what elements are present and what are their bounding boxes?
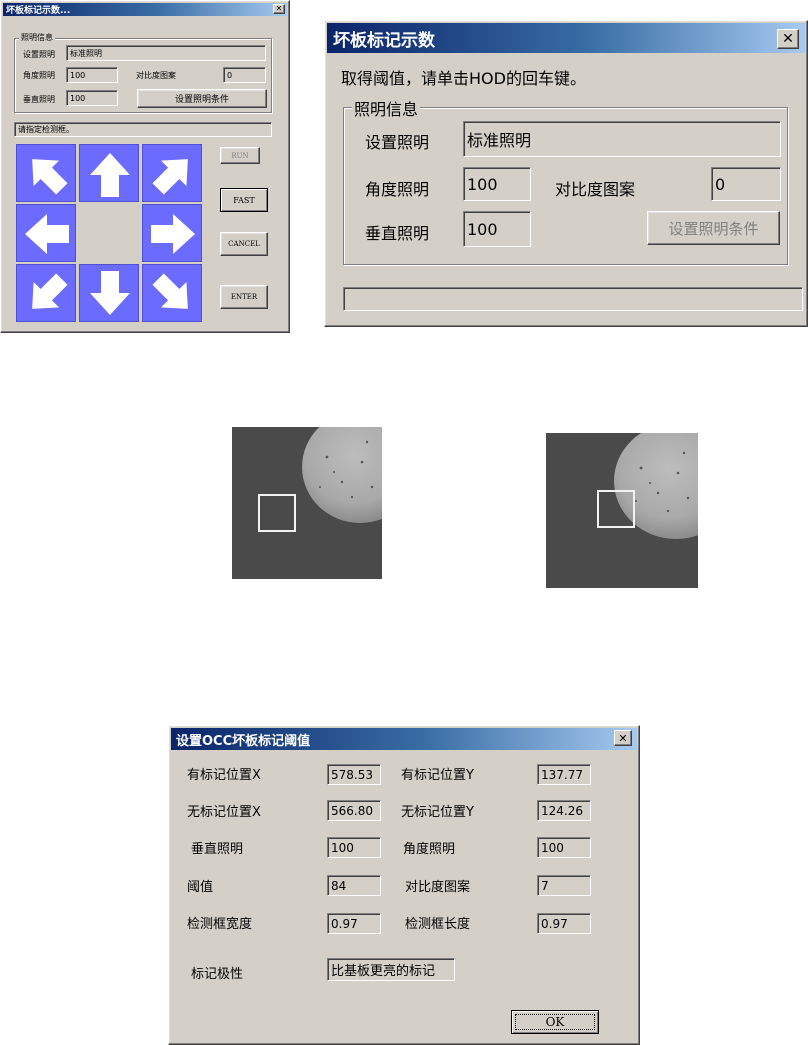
contrast-field: 0 bbox=[223, 67, 266, 83]
box-length-label: 检测框长度 bbox=[405, 917, 471, 932]
large-dialog-titlebar: 坏板标记示数 bbox=[327, 23, 805, 53]
arrow-up-left-button[interactable] bbox=[16, 144, 76, 202]
arrow-down-button[interactable] bbox=[79, 264, 139, 322]
mark-y-label: 有标记位置Y bbox=[401, 768, 474, 783]
set-condition-button[interactable]: 设置照明条件 bbox=[137, 89, 267, 108]
box-length-field: 0.97 bbox=[537, 913, 591, 934]
mark-x-field: 578.53 bbox=[327, 764, 381, 785]
set-light-label: 设置照明 bbox=[365, 133, 430, 152]
small-dialog-title: 坏板标记示数... bbox=[6, 6, 71, 16]
contrast-field: 0 bbox=[711, 167, 781, 201]
vertical-light-label: 垂直照明 bbox=[191, 842, 244, 857]
arrow-up-button[interactable] bbox=[79, 144, 139, 202]
vertical-light-field: 100 bbox=[66, 90, 118, 106]
nomark-x-field: 566.80 bbox=[327, 800, 381, 821]
arrow-down-right-icon bbox=[152, 273, 188, 309]
arrow-up-right-icon bbox=[152, 159, 188, 195]
fast-button[interactable]: FAST bbox=[220, 188, 268, 212]
arrow-up-right-button[interactable] bbox=[142, 144, 202, 202]
angle-light-field: 100 bbox=[66, 67, 118, 83]
contrast-label: 对比度图案 bbox=[555, 180, 636, 199]
detection-box bbox=[597, 490, 635, 528]
status-bar: 请指定检测框。 bbox=[14, 122, 272, 137]
arrow-pad-center bbox=[79, 204, 139, 262]
set-light-field: 标准照明 bbox=[66, 45, 266, 61]
contrast-label: 对比度图案 bbox=[136, 71, 176, 80]
close-icon[interactable]: ✕ bbox=[273, 4, 285, 14]
mark-x-label: 有标记位置X bbox=[187, 768, 261, 783]
vertical-light-label: 垂直照明 bbox=[365, 224, 430, 243]
polarity-label: 标记极性 bbox=[191, 967, 244, 982]
vertical-light-field: 100 bbox=[327, 837, 381, 858]
nomark-y-label: 无标记位置Y bbox=[401, 805, 474, 820]
occ-dialog-title: 设置OCC坏板标记阈值 bbox=[176, 733, 311, 749]
box-width-label: 检测框宽度 bbox=[187, 917, 253, 932]
set-light-label: 设置照明 bbox=[23, 50, 55, 59]
angle-light-label: 角度照明 bbox=[365, 180, 430, 199]
detection-box bbox=[258, 494, 296, 532]
contrast-label: 对比度图案 bbox=[405, 880, 471, 895]
small-dialog-titlebar: 坏板标记示数... bbox=[3, 3, 287, 16]
vertical-light-label: 垂直照明 bbox=[23, 95, 55, 104]
camera-image-right bbox=[546, 433, 698, 588]
mark-y-field: 137.77 bbox=[537, 764, 591, 785]
threshold-label: 阈值 bbox=[187, 880, 214, 895]
nomark-x-label: 无标记位置X bbox=[187, 805, 261, 820]
small-dialog-window: 坏板标记示数... ✕ 照明信息 设置照明 标准照明 角度照明 100 对比度图… bbox=[0, 0, 290, 333]
angle-light-field: 100 bbox=[537, 837, 591, 858]
arrow-down-right-button[interactable] bbox=[142, 264, 202, 322]
arrow-right-icon bbox=[151, 214, 195, 254]
set-condition-button[interactable]: 设置照明条件 bbox=[647, 211, 780, 245]
arrow-left-icon bbox=[25, 214, 69, 254]
lighting-info-legend: 照明信息 bbox=[352, 96, 421, 120]
board-mark-image-left bbox=[302, 427, 382, 523]
arrow-right-button[interactable] bbox=[142, 204, 202, 262]
large-dialog-window: 坏板标记示数 ✕ 取得阈值，请单击HOD的回车键。 照明信息 设置照明 标准照明… bbox=[324, 20, 808, 327]
occ-dialog-titlebar: 设置OCC坏板标记阈值 bbox=[171, 728, 637, 750]
arrow-up-icon bbox=[90, 153, 130, 197]
camera-image-left bbox=[232, 427, 382, 579]
ok-button[interactable]: OK bbox=[511, 1010, 599, 1034]
close-icon[interactable]: ✕ bbox=[614, 730, 632, 746]
angle-light-label: 角度照明 bbox=[403, 842, 456, 857]
instruction-text: 取得阈值，请单击HOD的回车键。 bbox=[341, 69, 586, 88]
angle-light-label: 角度照明 bbox=[23, 71, 55, 80]
threshold-field: 84 bbox=[327, 875, 381, 896]
arrow-left-button[interactable] bbox=[16, 204, 76, 262]
lighting-info-legend: 照明信息 bbox=[19, 32, 55, 43]
arrow-down-icon bbox=[90, 271, 130, 315]
box-width-field: 0.97 bbox=[327, 913, 381, 934]
run-button[interactable]: RUN bbox=[220, 147, 260, 164]
polarity-field: 比基板更亮的标记 bbox=[327, 958, 455, 981]
arrow-down-left-icon bbox=[32, 273, 68, 309]
nomark-y-field: 124.26 bbox=[537, 800, 591, 821]
large-dialog-title: 坏板标记示数 bbox=[333, 30, 435, 51]
close-icon[interactable]: ✕ bbox=[777, 29, 799, 49]
cancel-button[interactable]: CANCEL bbox=[220, 232, 268, 256]
set-light-field: 标准照明 bbox=[463, 121, 781, 157]
vertical-light-field: 100 bbox=[463, 211, 531, 247]
arrow-up-left-icon bbox=[32, 159, 68, 195]
occ-dialog-window: 设置OCC坏板标记阈值 ✕ 有标记位置X 578.53 有标记位置Y 137.7… bbox=[168, 725, 640, 1045]
status-bar bbox=[343, 287, 803, 311]
arrow-down-left-button[interactable] bbox=[16, 264, 76, 322]
angle-light-field: 100 bbox=[463, 167, 531, 201]
enter-button[interactable]: ENTER bbox=[220, 285, 268, 309]
contrast-field: 7 bbox=[537, 875, 591, 896]
